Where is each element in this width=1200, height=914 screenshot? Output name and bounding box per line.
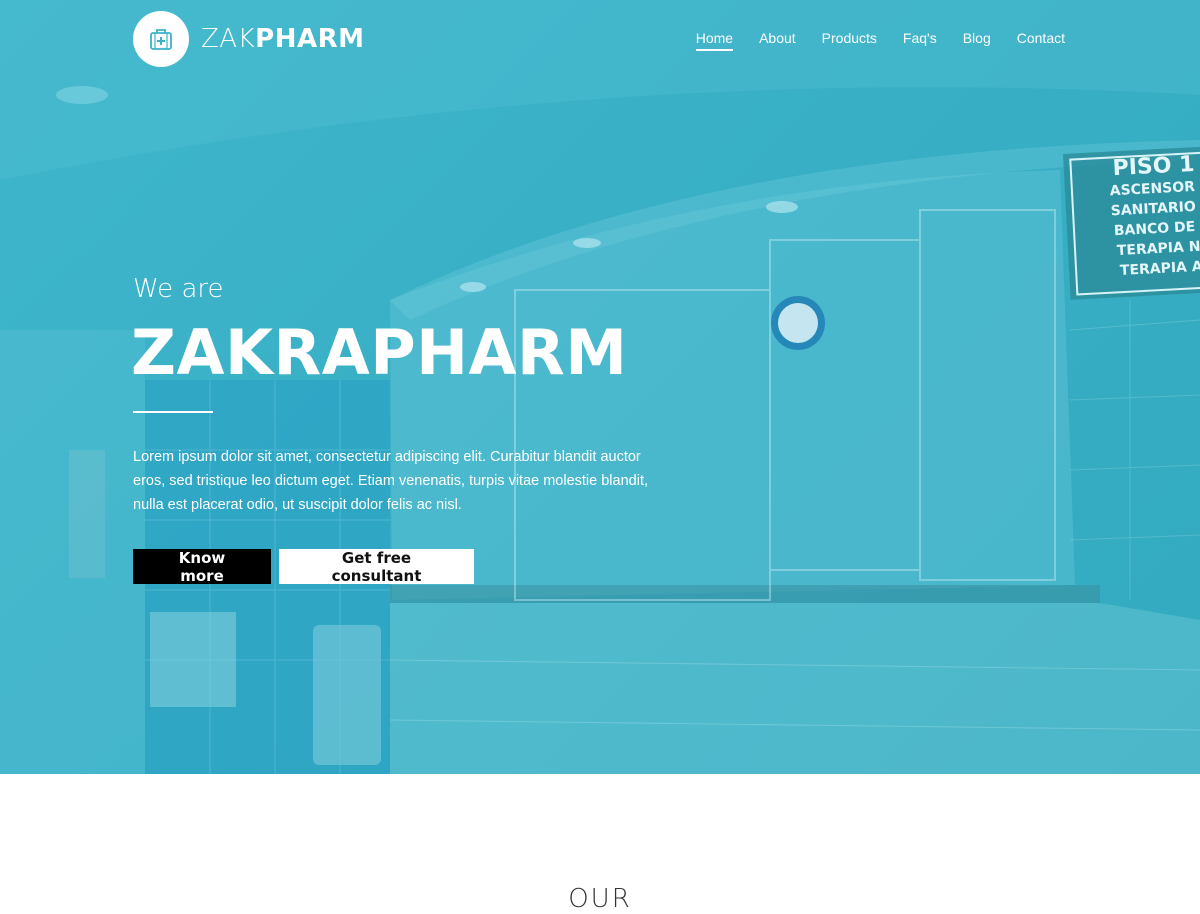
logo-wordmark: ZAKPHARM [201, 24, 365, 54]
floor-sign-line: ASCENSOR [1109, 178, 1196, 200]
floor-sign-line: TERAPIA NEO [1116, 237, 1200, 260]
floor-sign-line: SANITARIO [1110, 198, 1197, 220]
hero-description: Lorem ipsum dolor sit amet, consectetur … [133, 449, 649, 513]
nav-link-blog[interactable]: Blog [963, 30, 991, 51]
site-logo[interactable]: ZAKPHARM [133, 11, 365, 67]
logo-wordmark-bold: PHARM [255, 24, 365, 54]
nav-link-faqs[interactable]: Faq's [903, 30, 937, 51]
hero-intro: We are [133, 274, 224, 304]
floor-sign-text: PISO 1 ASCENSOR SANITARIO BANCO DE SA TE… [1078, 151, 1200, 281]
hero-title: ZAKRAPHARM [131, 316, 628, 389]
logo-wordmark-light: ZAK [201, 24, 256, 54]
nav-link-contact[interactable]: Contact [1017, 30, 1065, 51]
logo-badge [133, 11, 189, 67]
floor-sign-line: BANCO DE SA [1113, 218, 1200, 240]
nav-link-about[interactable]: About [759, 30, 796, 51]
site-header: ZAKPHARM Home About Products Faq's Blog … [0, 0, 1200, 80]
hero-section: PISO 1 ASCENSOR SANITARIO BANCO DE SA TE… [0, 0, 1200, 774]
nav-link-home[interactable]: Home [695, 30, 734, 51]
hero-divider [133, 411, 213, 413]
floor-sign-heading: PISO 1 [1112, 151, 1196, 182]
know-more-button[interactable]: Know more [133, 549, 271, 585]
main-nav: Home About Products Faq's Blog Contact [670, 30, 1065, 51]
section-heading: OUR [568, 884, 632, 914]
get-free-consultant-button[interactable]: Get free consultant [279, 549, 474, 585]
nav-link-products[interactable]: Products [822, 30, 877, 51]
medical-kit-icon [150, 29, 172, 50]
